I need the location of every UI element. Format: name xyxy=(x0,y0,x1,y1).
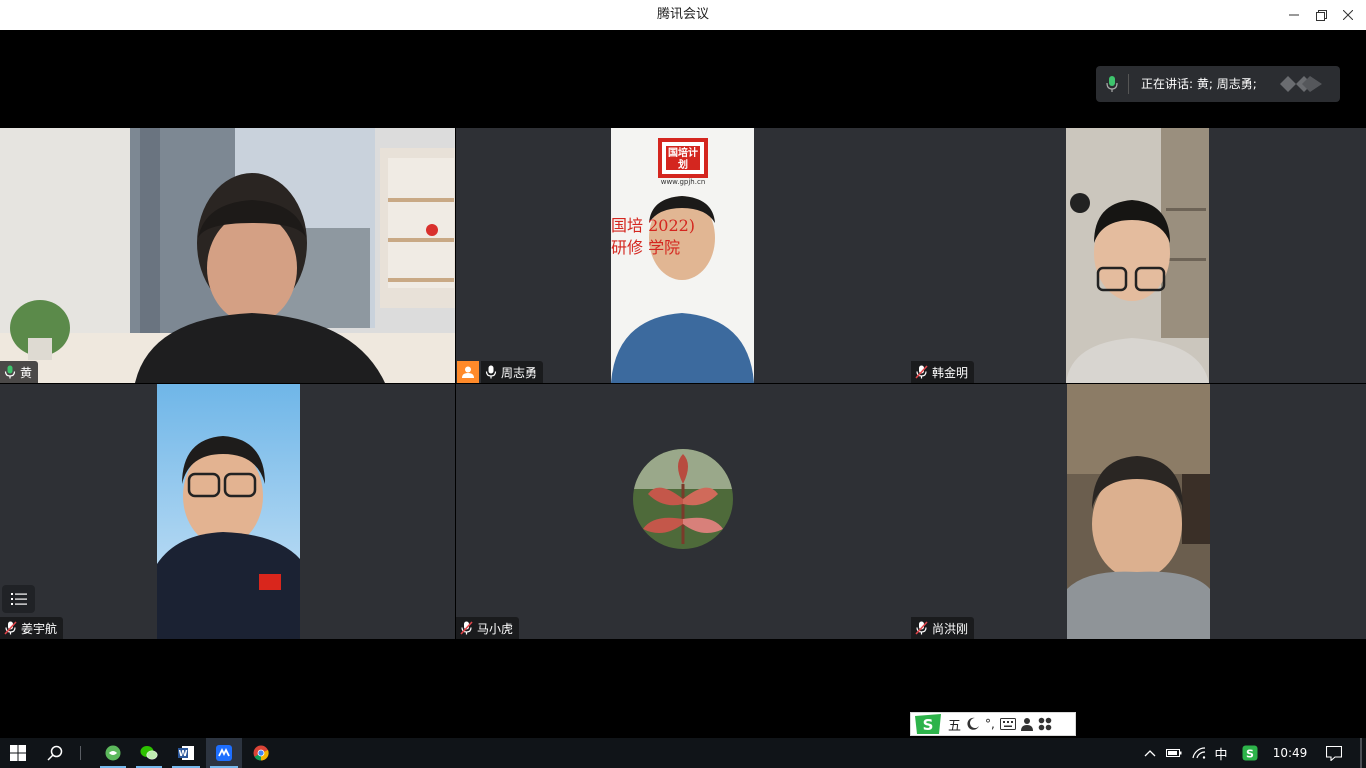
svg-text:W: W xyxy=(179,749,188,758)
blurred-name xyxy=(1280,76,1322,92)
video-tile-maxiaohu[interactable]: 马小虎 xyxy=(456,384,911,639)
video-tile-jiangyuhang[interactable]: 姜宇航 xyxy=(0,384,455,639)
participant-name: 韩金明 xyxy=(932,365,969,380)
participant-name: 尚洪刚 xyxy=(932,621,969,636)
punctuation-toggle[interactable]: °, xyxy=(985,717,995,731)
participant-name: 马小虎 xyxy=(477,621,514,636)
speaking-text: 正在讲话: 黄; 周志勇; xyxy=(1141,77,1257,91)
minimize-icon xyxy=(1289,14,1299,16)
video-feed xyxy=(157,384,300,639)
show-desktop-button[interactable] xyxy=(1360,738,1362,768)
taskbar-wechat[interactable] xyxy=(132,738,166,768)
banner-text-1: 国培 2022) xyxy=(611,216,696,235)
svg-text:S: S xyxy=(1246,748,1254,761)
tencent-meeting-icon xyxy=(216,745,232,761)
banner-text-2: 研修 学院 xyxy=(611,238,681,257)
taskbar-chrome[interactable] xyxy=(244,738,278,768)
mic-muted-icon xyxy=(460,621,473,635)
video-tile-huang[interactable]: 黄 xyxy=(0,128,455,383)
video-feed xyxy=(1067,384,1210,639)
tray-ime-label[interactable]: 中 xyxy=(1210,738,1232,768)
video-feed xyxy=(0,128,455,383)
wifi-icon xyxy=(1192,747,1206,759)
svg-text:S: S xyxy=(923,716,934,734)
speaking-indicator: 正在讲话: 黄; 周志勇; xyxy=(1096,66,1340,102)
participant-label: 尚洪刚 xyxy=(911,617,975,639)
window-titlebar: 腾讯会议 xyxy=(0,0,1366,30)
sogou-tray-icon: S xyxy=(1242,745,1258,761)
video-feed xyxy=(1066,128,1209,383)
action-center-button[interactable] xyxy=(1318,738,1350,768)
start-button[interactable] xyxy=(0,738,36,768)
ime-toolbar: S 五 °, xyxy=(910,712,1076,736)
list-icon xyxy=(10,593,27,605)
logo-text: 国培计划 xyxy=(668,148,698,171)
word-icon: W xyxy=(178,746,194,760)
participant-name: 黄 xyxy=(20,365,33,380)
participant-name: 姜宇航 xyxy=(21,621,58,636)
ime-mode[interactable]: 五 xyxy=(948,715,961,734)
app-green-icon xyxy=(105,745,121,761)
participant-name: 周志勇 xyxy=(501,365,538,380)
mic-active-icon xyxy=(4,365,16,379)
video-tile-zhouzhiyong[interactable]: 国培计划 www.gpjh.cn 国培 2022) 研修 学院 周志勇 xyxy=(456,128,911,383)
plant-avatar xyxy=(633,449,733,549)
mic-muted-icon xyxy=(915,621,928,635)
mic-muted-icon xyxy=(4,621,17,635)
video-tile-hanjinming[interactable]: 韩金明 xyxy=(911,128,1366,383)
search-icon xyxy=(47,745,63,761)
window-title: 腾讯会议 xyxy=(656,7,709,22)
tray-chevron[interactable] xyxy=(1140,738,1160,768)
participant-label: 姜宇航 xyxy=(0,617,64,639)
search-button[interactable] xyxy=(38,738,72,768)
host-icon xyxy=(462,366,474,378)
tray-sogou[interactable]: S xyxy=(1238,738,1262,768)
close-button[interactable] xyxy=(1330,0,1366,30)
logo-url: www.gpjh.cn xyxy=(660,178,706,186)
keyboard-icon[interactable] xyxy=(999,718,1016,730)
restore-icon xyxy=(1315,9,1327,21)
mic-active-icon xyxy=(485,365,497,379)
user-icon[interactable] xyxy=(1020,717,1033,731)
participant-list-button[interactable] xyxy=(2,585,35,613)
participant-label: 黄 xyxy=(0,361,39,383)
taskbar-tencent-meeting[interactable] xyxy=(206,738,242,768)
battery-icon xyxy=(1166,749,1182,757)
mic-icon xyxy=(1106,76,1118,92)
taskbar-app-green[interactable] xyxy=(96,738,130,768)
tray-clock[interactable]: 10:49 xyxy=(1266,738,1314,768)
tray-wifi[interactable] xyxy=(1188,738,1210,768)
close-icon xyxy=(1343,10,1353,20)
video-tile-shanghonggang[interactable]: 尚洪刚 xyxy=(911,384,1366,639)
participant-label: 韩金明 xyxy=(911,361,975,383)
start-icon xyxy=(10,745,26,761)
taskbar: W 中 S 10:49 xyxy=(0,738,1366,768)
separator xyxy=(1128,74,1129,94)
chevron-up-icon xyxy=(1144,750,1156,757)
sogou-logo-icon[interactable]: S xyxy=(913,712,943,736)
participant-label: 马小虎 xyxy=(456,617,520,639)
taskbar-divider xyxy=(80,746,81,760)
taskbar-word[interactable]: W xyxy=(168,738,204,768)
wechat-icon xyxy=(140,746,158,760)
mic-muted-icon xyxy=(915,365,928,379)
host-badge xyxy=(457,361,479,383)
apps-icon[interactable] xyxy=(1038,717,1052,731)
participant-label: 周志勇 xyxy=(481,361,544,383)
notification-icon xyxy=(1326,745,1342,761)
tray-battery[interactable] xyxy=(1163,738,1185,768)
moon-icon[interactable] xyxy=(966,717,980,731)
chrome-icon xyxy=(253,745,269,761)
